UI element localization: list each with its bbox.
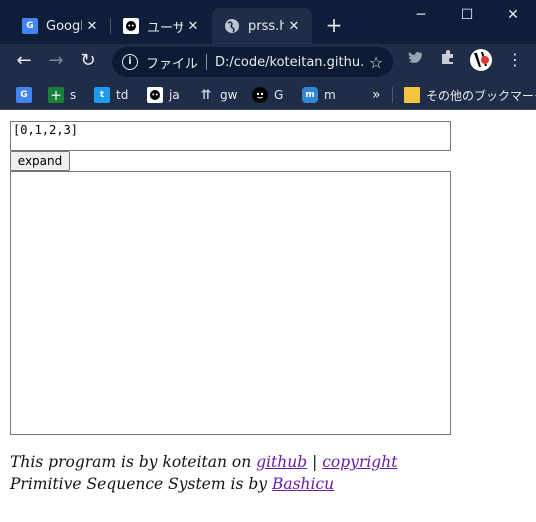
- arrow-left-icon: ←: [16, 50, 32, 71]
- mastodon-icon: m: [302, 87, 318, 103]
- address-scheme-label: ファイル: [146, 56, 199, 72]
- bookmark-m[interactable]: m m: [302, 85, 336, 105]
- bookmark-td[interactable]: t td: [94, 85, 128, 105]
- face-icon: [252, 87, 268, 103]
- expand-button[interactable]: expand: [10, 151, 70, 171]
- arrow-right-icon: →: [48, 50, 64, 71]
- twitter-extension-icon[interactable]: [404, 48, 428, 72]
- bookmark-google-translate[interactable]: G: [16, 85, 38, 105]
- sequence-input[interactable]: [0,1,2,3]: [10, 121, 451, 151]
- maximize-button[interactable]: ☐: [444, 0, 490, 32]
- tab-title: prss.htm: [248, 18, 284, 34]
- bookmarks-overflow-button[interactable]: »: [372, 85, 381, 105]
- twitter-icon: t: [94, 87, 110, 103]
- footer-separator: |: [307, 453, 323, 471]
- dots-icon: ⋮: [507, 50, 523, 69]
- bookmark-label: ja: [169, 88, 180, 102]
- up-arrows-icon: ⇈: [200, 87, 212, 103]
- bookmark-label: G: [274, 88, 284, 102]
- bookmark-gw[interactable]: ⇈ gw: [198, 85, 238, 105]
- sheets-icon: 十: [48, 87, 64, 103]
- bookmark-label: td: [116, 88, 129, 102]
- address-url[interactable]: D:/code/koteitan.githu...: [215, 55, 365, 70]
- bookmark-label: gw: [220, 88, 238, 102]
- bookmark-g[interactable]: G: [252, 85, 283, 105]
- tab-prss[interactable]: prss.htm ✕: [212, 8, 312, 44]
- bookmark-label: m: [324, 88, 336, 102]
- back-button[interactable]: ←: [10, 48, 38, 76]
- tab-title: Google: [46, 18, 82, 34]
- other-bookmarks-folder[interactable]: その他のブックマーク: [404, 85, 536, 105]
- reload-button[interactable]: ↻: [74, 48, 102, 76]
- globe-icon: [224, 18, 240, 34]
- tab-strip: G Google ✕ ユーザー ✕ prss.htm ✕ + ─ ☐ ✕: [0, 0, 536, 44]
- close-icon[interactable]: ✕: [82, 19, 102, 34]
- github-icon: [147, 87, 163, 103]
- bashicu-link[interactable]: Bashicu: [272, 475, 334, 493]
- github-user-icon: [123, 18, 139, 34]
- tab-title: ユーザー: [147, 20, 183, 36]
- footer-credit-text: This program is by koteitan on: [10, 453, 257, 471]
- address-divider: [206, 54, 208, 70]
- footer-line-2: Primitive Sequence System is by Bashicu: [10, 473, 397, 495]
- google-translate-icon: G: [22, 18, 38, 34]
- tab-user[interactable]: ユーザー ✕: [111, 8, 211, 44]
- other-bookmarks-label: その他のブックマーク: [426, 88, 536, 103]
- more-menu-button[interactable]: ⋮: [500, 48, 530, 72]
- minimize-button[interactable]: ─: [398, 0, 444, 32]
- copyright-link[interactable]: copyright: [322, 453, 397, 471]
- bookmark-label: s: [70, 88, 77, 102]
- footer: This program is by koteitan on github | …: [10, 451, 397, 495]
- close-icon[interactable]: ✕: [284, 19, 304, 34]
- folder-icon: [404, 87, 420, 103]
- profile-avatar[interactable]: [468, 48, 494, 72]
- close-window-button[interactable]: ✕: [490, 0, 536, 32]
- bookmarks-bar: G 十 s t td ja ⇈ gw G m m » その他のブックマーク: [0, 80, 536, 110]
- bookmark-ja[interactable]: ja: [147, 85, 180, 105]
- github-link[interactable]: github: [256, 453, 307, 471]
- page-content: [0,1,2,3] expand This program is by kote…: [0, 111, 536, 522]
- forward-button[interactable]: →: [42, 48, 70, 76]
- address-bar[interactable]: i ファイル D:/code/koteitan.githu... ☆: [112, 47, 393, 77]
- tab-google[interactable]: G Google ✕: [10, 8, 110, 44]
- footer-line-1: This program is by koteitan on github | …: [10, 451, 397, 473]
- close-icon[interactable]: ✕: [183, 19, 203, 34]
- star-icon[interactable]: ☆: [365, 53, 387, 72]
- output-area[interactable]: [10, 171, 451, 435]
- google-translate-icon: G: [16, 87, 32, 103]
- bookmark-separator: [392, 87, 393, 103]
- new-tab-button[interactable]: +: [322, 14, 346, 38]
- reload-icon: ↻: [80, 50, 96, 71]
- bookmark-s[interactable]: 十 s: [48, 85, 76, 105]
- extensions-puzzle-icon[interactable]: [436, 48, 460, 72]
- info-icon[interactable]: i: [122, 54, 138, 70]
- footer-pss-text: Primitive Sequence System is by: [10, 475, 272, 493]
